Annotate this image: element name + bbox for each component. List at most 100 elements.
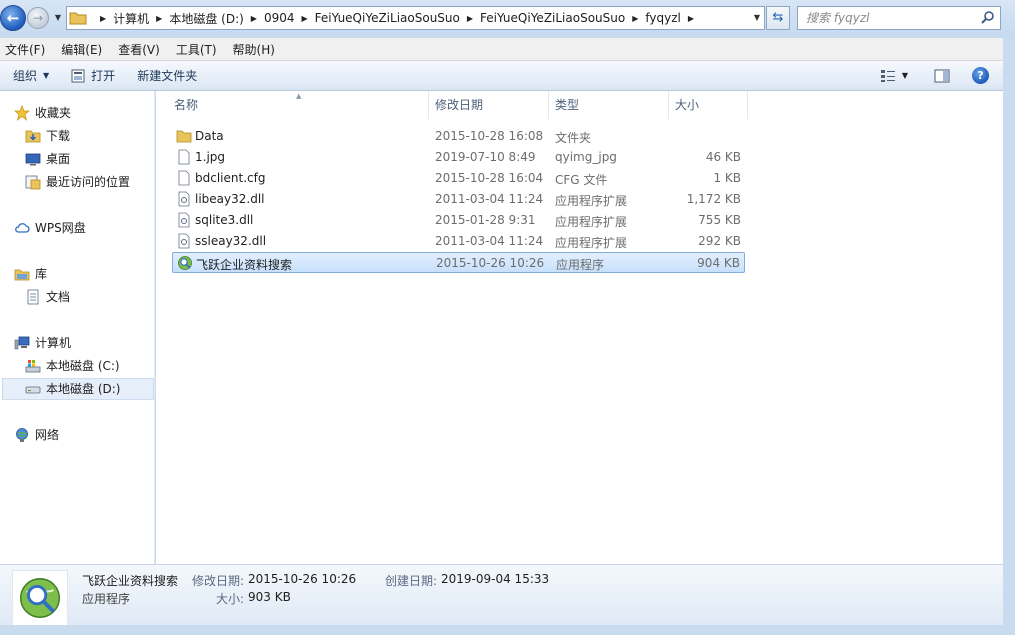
organize-button[interactable]: 组织 ▼ [13, 67, 49, 84]
nav-favorites[interactable]: 收藏夹 [14, 104, 71, 121]
chevron-down-icon[interactable]: ▼ [754, 13, 760, 22]
open-button[interactable]: 打开 [71, 67, 115, 84]
nav-library-label: 库 [35, 267, 48, 281]
nav-documents[interactable]: 文档 [25, 288, 70, 305]
column-header-type[interactable]: 类型 [548, 91, 668, 119]
file-row-selected[interactable]: 飞跃企业资料搜索 2015-10-26 10:26 应用程序 904 KB [172, 252, 745, 273]
desktop-icon [25, 153, 41, 165]
nav-wps-drive[interactable]: WPS网盘 [14, 219, 86, 236]
details-size-value: 903 KB [248, 590, 291, 604]
nav-drive-c[interactable]: 本地磁盘 (C:) [25, 357, 120, 374]
nav-library[interactable]: 库 [14, 265, 47, 282]
details-created-value: 2019-09-04 15:33 [441, 572, 550, 586]
open-label: 打开 [91, 69, 116, 83]
dll-icon [178, 191, 190, 207]
nav-recent-label: 最近访问的位置 [46, 175, 131, 189]
forward-button[interactable]: → [27, 7, 49, 29]
file-date: 2015-10-28 16:04 [435, 171, 544, 185]
breadcrumb-drive-d[interactable]: 本地磁盘 (D:) [169, 10, 243, 27]
menu-help[interactable]: 帮助(H) [233, 41, 275, 58]
nav-downloads-label: 下载 [46, 129, 71, 143]
breadcrumb-folder-1[interactable]: FeiYueQiYeZiLiaoSouSuo [315, 11, 460, 25]
breadcrumb-separator-icon[interactable]: ▶ [251, 14, 257, 23]
downloads-folder-icon [25, 130, 41, 142]
file-date: 2011-03-04 11:24 [435, 192, 544, 206]
nav-recent[interactable]: 最近访问的位置 [25, 173, 130, 190]
column-header-date[interactable]: 修改日期 [428, 91, 548, 119]
column-header-type-label: 类型 [555, 98, 580, 112]
file-row[interactable]: Data 2015-10-28 16:08 文件夹 [172, 126, 745, 147]
file-row[interactable]: bdclient.cfg 2015-10-28 16:04 CFG 文件 1 K… [172, 168, 745, 189]
cloud-icon [15, 222, 30, 233]
search-icon[interactable] [981, 10, 995, 24]
file-name: libeay32.dll [195, 192, 265, 206]
breadcrumb-0904[interactable]: 0904 [264, 11, 295, 25]
file-row[interactable]: 1.jpg 2019-07-10 8:49 qyimg_jpg 46 KB [172, 147, 745, 168]
menu-edit[interactable]: 编辑(E) [61, 41, 102, 58]
file-row[interactable]: ssleay32.dll 2011-03-04 11:24 应用程序扩展 292… [172, 231, 745, 252]
nav-downloads[interactable]: 下载 [25, 127, 70, 144]
breadcrumb-separator-icon[interactable]: ▶ [100, 14, 106, 23]
breadcrumb-separator-icon[interactable]: ▶ [156, 14, 162, 23]
file-row[interactable]: libeay32.dll 2011-03-04 11:24 应用程序扩展 1,1… [172, 189, 745, 210]
breadcrumb-fyqyzl[interactable]: fyqyzl [645, 11, 680, 25]
help-icon[interactable]: ? [972, 67, 989, 84]
nav-wps-drive-label: WPS网盘 [35, 221, 86, 235]
menu-tools[interactable]: 工具(T) [176, 41, 217, 58]
nav-computer[interactable]: 计算机 [14, 334, 71, 351]
folder-icon [176, 130, 192, 143]
menu-bar: 文件(F) 编辑(E) 查看(V) 工具(T) 帮助(H) [0, 38, 1003, 61]
file-name: Data [195, 129, 224, 143]
menu-file[interactable]: 文件(F) [5, 41, 45, 58]
refresh-button[interactable]: ⇆ [766, 6, 790, 30]
breadcrumb-separator-icon[interactable]: ▶ [632, 14, 638, 23]
chevron-down-icon[interactable]: ▼ [902, 71, 908, 80]
menu-view[interactable]: 查看(V) [118, 41, 160, 58]
view-controls: ▼ ? [880, 67, 989, 84]
address-bar[interactable]: ▶ 计算机 ▶ 本地磁盘 (D:) ▶ 0904 ▶ FeiYueQiYeZiL… [66, 6, 765, 30]
file-type: 应用程序 [556, 258, 605, 272]
change-view-icon[interactable] [880, 69, 896, 83]
file-type: CFG 文件 [555, 173, 608, 187]
back-button[interactable]: ← [0, 5, 26, 31]
refresh-icon: ⇆ [772, 10, 784, 25]
recent-places-icon [25, 175, 41, 189]
breadcrumb-folder-2[interactable]: FeiYueQiYeZiLiaoSouSuo [480, 11, 625, 25]
navigation-pane: 收藏夹 下载 桌面 最近访问的位置 WPS网盘 库 文档 计算机 本地磁盘 (C… [0, 91, 155, 564]
file-name: sqlite3.dll [195, 213, 254, 227]
file-size: 1,172 KB [686, 192, 741, 206]
sort-ascending-icon: ▲ [296, 92, 302, 100]
preview-pane-icon[interactable] [934, 69, 950, 83]
search-placeholder: 搜索 fyqyzl [806, 11, 870, 25]
details-modified-label: 修改日期: [192, 574, 245, 588]
system-drive-icon [25, 359, 41, 372]
breadcrumb-separator-icon[interactable]: ▶ [467, 14, 473, 23]
file-size: 1 KB [713, 171, 741, 185]
new-folder-button[interactable]: 新建文件夹 [137, 67, 197, 84]
details-file-type: 应用程序 [82, 592, 131, 606]
file-row[interactable]: sqlite3.dll 2015-01-28 9:31 应用程序扩展 755 K… [172, 210, 745, 231]
window-frame-right [1003, 38, 1015, 635]
search-input[interactable]: 搜索 fyqyzl [797, 6, 1001, 30]
nav-drive-d[interactable]: 本地磁盘 (D:) [25, 380, 120, 397]
file-date: 2015-10-26 10:26 [436, 256, 545, 270]
column-header-name[interactable]: ▲ 名称 [156, 91, 428, 119]
nav-network[interactable]: 网络 [14, 426, 59, 443]
breadcrumb-separator-icon[interactable]: ▶ [302, 14, 308, 23]
breadcrumb-separator-icon[interactable]: ▶ [688, 14, 694, 23]
column-header-size[interactable]: 大小 [668, 91, 748, 119]
new-folder-label: 新建文件夹 [137, 69, 198, 83]
column-header-size-label: 大小 [675, 98, 700, 112]
explorer-window: ← → ▼ ▶ 计算机 ▶ 本地磁盘 (D:) ▶ 0904 ▶ FeiYueQ… [0, 0, 1015, 635]
dll-icon [178, 212, 190, 228]
file-size: 46 KB [705, 150, 741, 164]
recent-pages-dropdown[interactable]: ▼ [52, 12, 64, 24]
app-icon [178, 256, 192, 270]
file-name: ssleay32.dll [195, 234, 267, 248]
address-row: ← → ▼ ▶ 计算机 ▶ 本地磁盘 (D:) ▶ 0904 ▶ FeiYueQ… [0, 0, 1015, 38]
details-pane: 飞跃企业资料搜索 应用程序 修改日期: 2015-10-26 10:26 创建日… [0, 564, 1003, 626]
nav-desktop[interactable]: 桌面 [25, 150, 70, 167]
breadcrumb-computer[interactable]: 计算机 [113, 10, 149, 27]
column-header-date-label: 修改日期 [435, 98, 484, 112]
arrow-right-icon: → [32, 11, 44, 25]
